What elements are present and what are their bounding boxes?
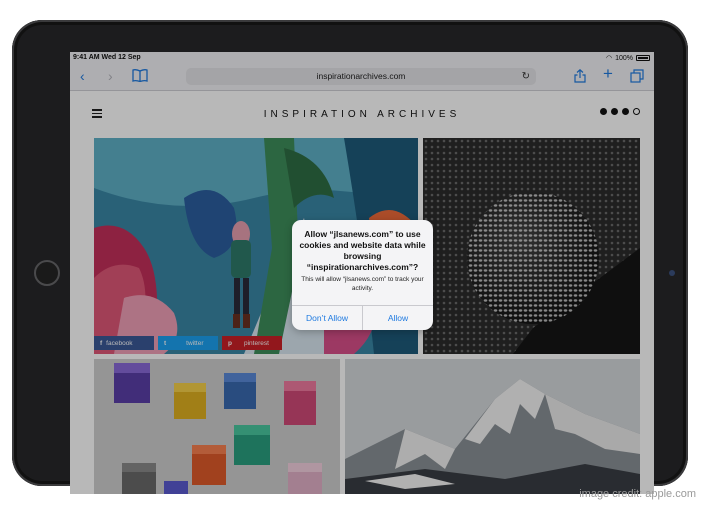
ipad-device: 9:41 AM Wed 12 Sep ◠ 100% ‹ › inspiratio… bbox=[12, 20, 688, 494]
image-credit: image credit: apple.com bbox=[579, 488, 696, 500]
cookie-permission-alert: Allow “jlsanews.com” to use cookies and … bbox=[292, 220, 433, 330]
home-button[interactable] bbox=[34, 260, 60, 286]
alert-message: This will allow “jlsanews.com” to track … bbox=[301, 276, 424, 292]
front-camera bbox=[669, 270, 675, 276]
allow-button[interactable]: Allow bbox=[362, 306, 433, 330]
alert-buttons: Don’t Allow Allow bbox=[292, 305, 433, 330]
dont-allow-button[interactable]: Don’t Allow bbox=[292, 306, 362, 330]
alert-title: Allow “jlsanews.com” to use cookies and … bbox=[299, 229, 426, 272]
screen: 9:41 AM Wed 12 Sep ◠ 100% ‹ › inspiratio… bbox=[70, 52, 654, 494]
